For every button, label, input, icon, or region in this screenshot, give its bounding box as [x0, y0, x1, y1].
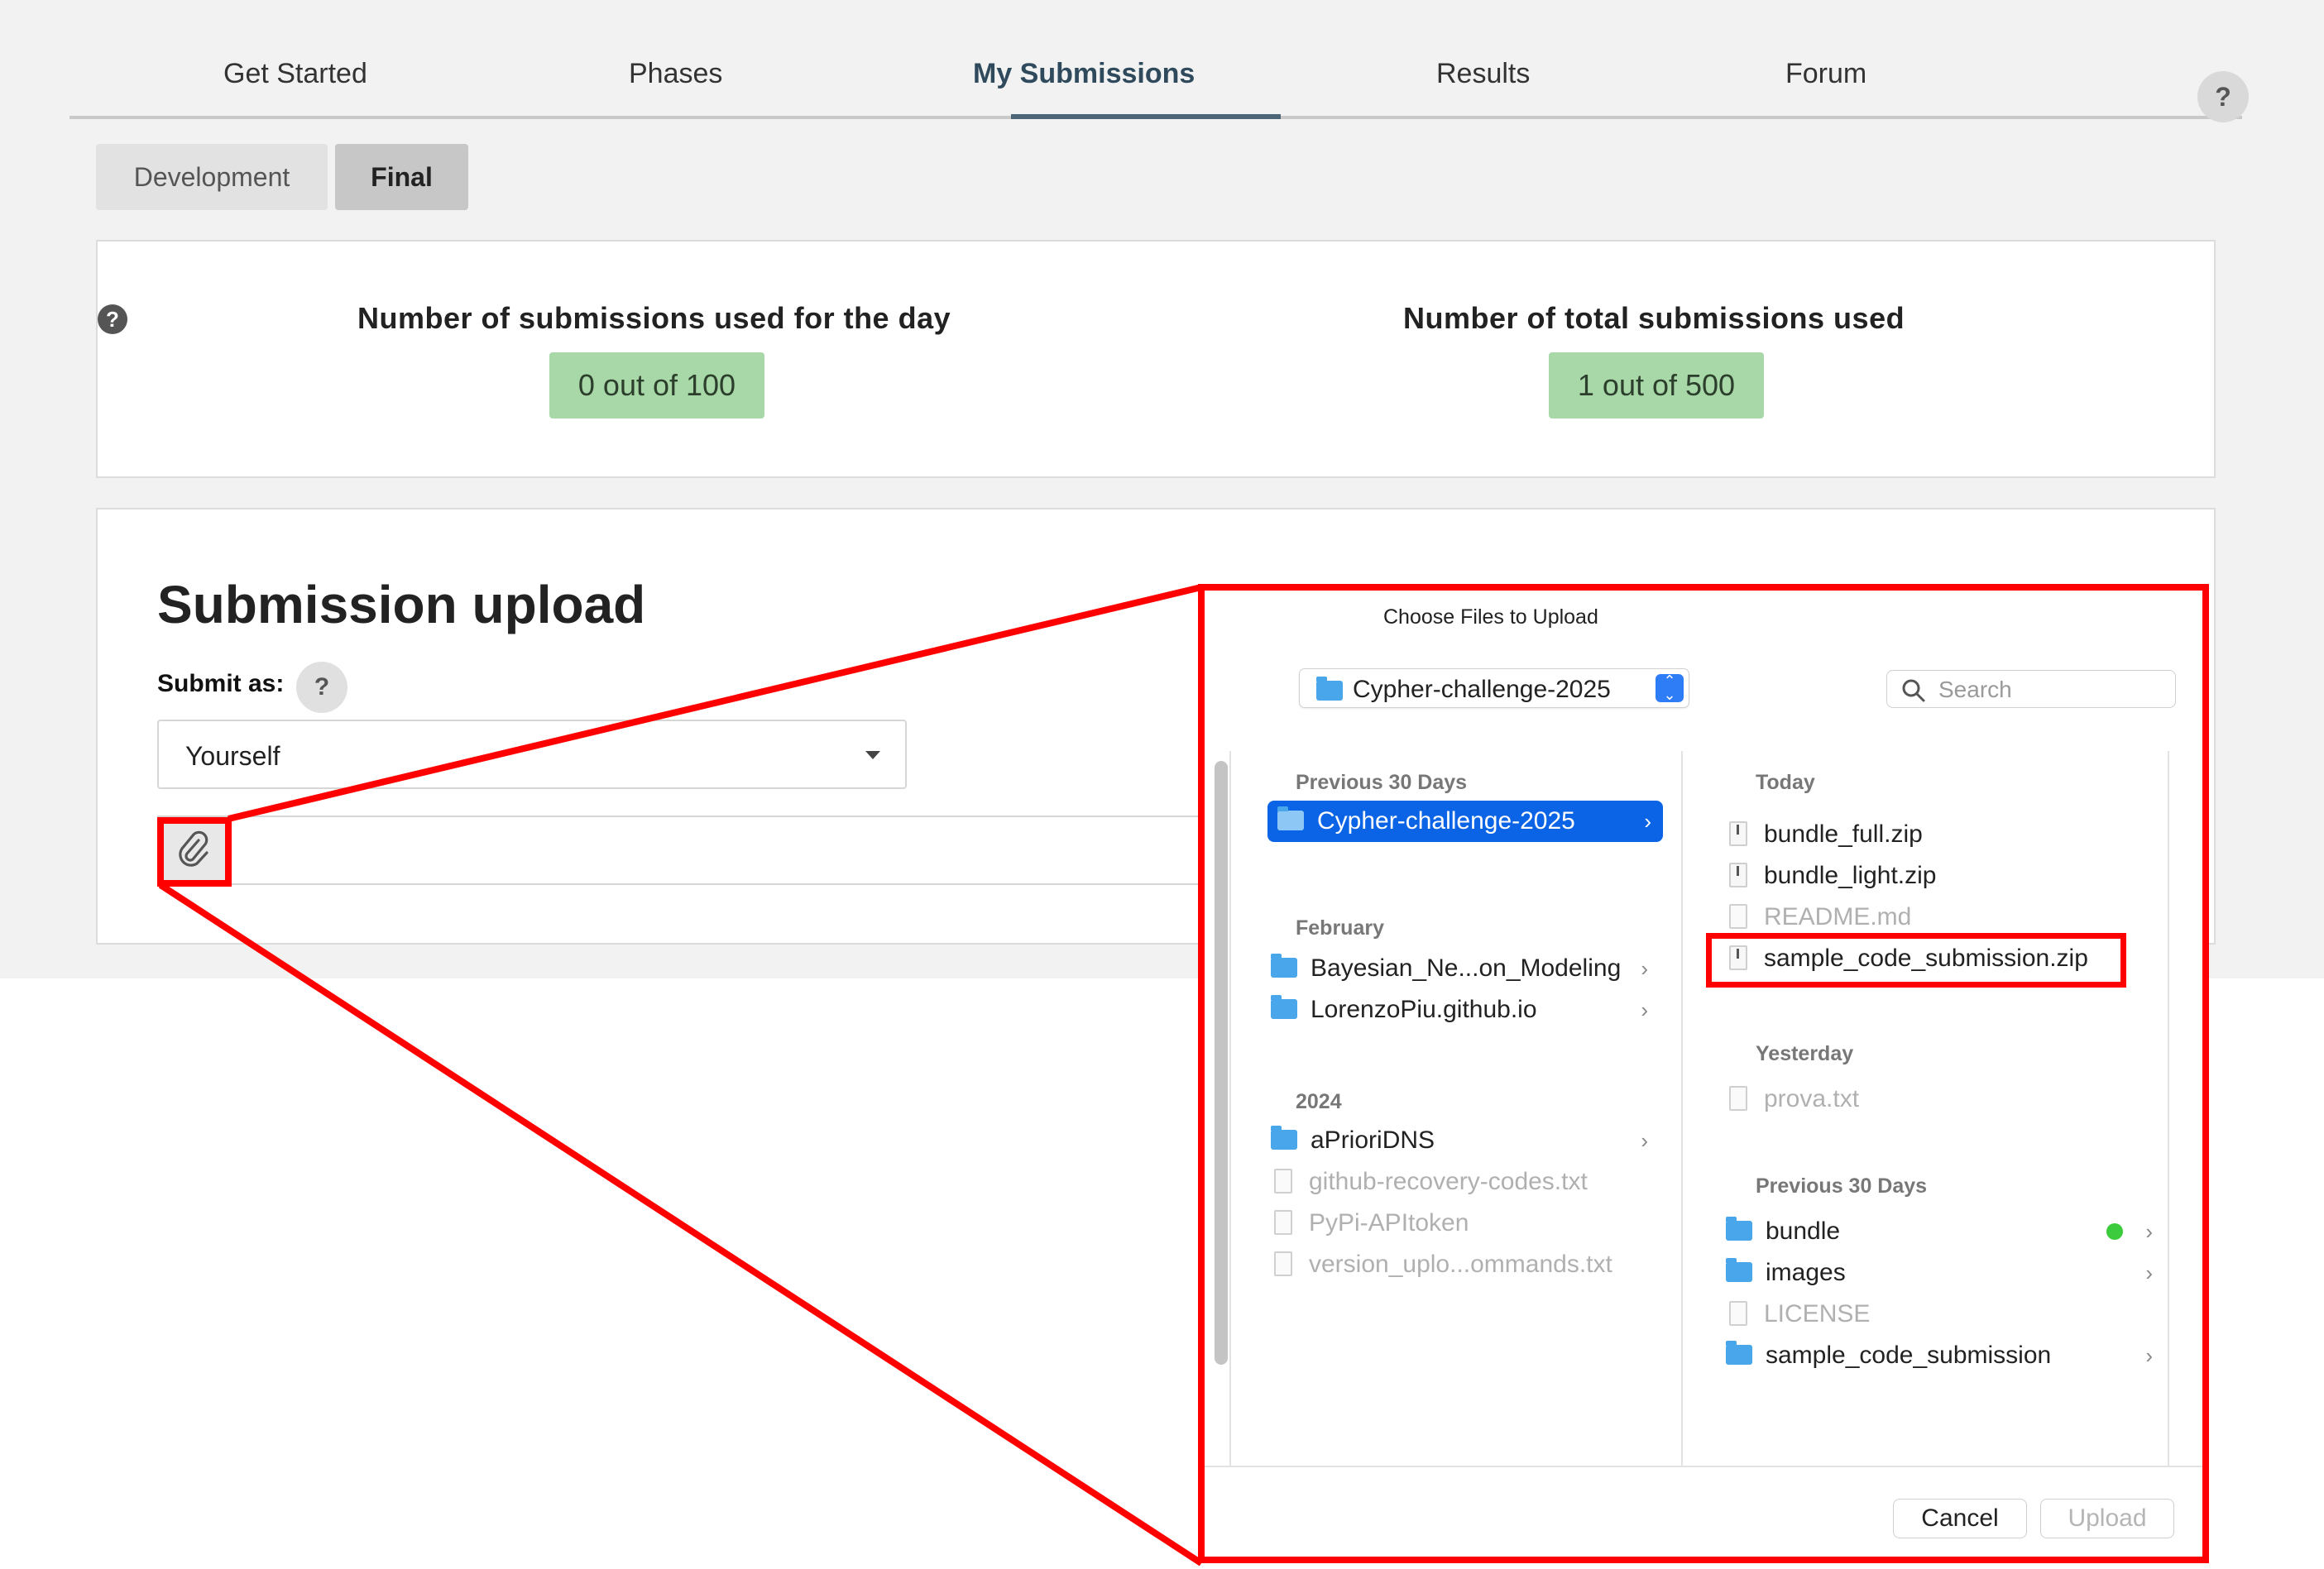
search-icon: [1902, 679, 1925, 702]
submission-counters-panel: ? Number of submissions used for the day…: [96, 240, 2216, 478]
folder-icon: [1271, 954, 1297, 978]
question-icon[interactable]: ?: [98, 304, 127, 334]
folder-icon: [1316, 677, 1343, 701]
chevron-right-icon: ›: [2145, 1219, 2153, 1244]
zip-file-icon: [1729, 863, 1747, 888]
text-file-icon: [1274, 1210, 1292, 1236]
location-select[interactable]: Cypher-challenge-2025 ⌃ ⌄: [1299, 668, 1689, 708]
tab-phases[interactable]: Phases: [629, 58, 722, 90]
section-label: 2024: [1296, 1090, 1342, 1113]
text-file-icon: [1729, 904, 1747, 930]
tab-my-submissions[interactable]: My Submissions: [973, 58, 1195, 90]
section-label: Today: [1756, 771, 1815, 794]
search-placeholder: Search: [1938, 677, 2012, 702]
green-tag-icon: [2106, 1223, 2123, 1240]
annotation-attach-highlight: [157, 817, 232, 887]
list-item-sample-code-folder[interactable]: sample_code_submission ›: [1726, 1335, 2164, 1376]
list-item-cypher-challenge[interactable]: Cypher-challenge-2025 ›: [1267, 801, 1663, 842]
column-divider: [1205, 1466, 2202, 1467]
tab-get-started[interactable]: Get Started: [223, 58, 367, 90]
text-file-icon: [1274, 1169, 1292, 1194]
tab-results[interactable]: Results: [1436, 58, 1530, 90]
location-label: Cypher-challenge-2025: [1353, 676, 1611, 703]
section-label: Previous 30 Days: [1756, 1174, 1928, 1198]
list-item-lorenzopiu[interactable]: LorenzoPiu.github.io ›: [1271, 989, 1663, 1031]
list-item-github-codes: github-recovery-codes.txt: [1274, 1161, 1663, 1203]
upload-button[interactable]: Upload: [2040, 1499, 2174, 1538]
chevron-right-icon: ›: [1644, 809, 1651, 834]
list-item-readme: README.md: [1729, 897, 1911, 938]
item-label: LICENSE: [1764, 1300, 1871, 1327]
tab-forum[interactable]: Forum: [1785, 58, 1866, 90]
text-file-icon: [1729, 1086, 1747, 1112]
chevron-right-icon: ›: [2145, 1260, 2153, 1285]
zip-file-icon: [1729, 821, 1747, 847]
item-label: images: [1766, 1259, 1846, 1286]
help-icon[interactable]: ?: [2197, 71, 2249, 122]
scrollbar[interactable]: [1215, 761, 1228, 1365]
updown-chevron-icon: ⌃ ⌄: [1656, 673, 1684, 702]
phase-final-button[interactable]: Final: [335, 144, 468, 210]
file-chooser-dialog: Choose Files to Upload Cypher-challenge-…: [1198, 584, 2209, 1563]
section-label: Previous 30 Days: [1296, 771, 1468, 794]
text-file-icon: [1729, 1301, 1747, 1327]
item-label: github-recovery-codes.txt: [1309, 1168, 1588, 1195]
item-label: PyPi-APItoken: [1309, 1209, 1469, 1237]
chevron-right-icon: ›: [2145, 1343, 2153, 1368]
text-file-icon: [1274, 1251, 1292, 1277]
list-item-license: LICENSE: [1729, 1294, 1870, 1335]
daily-submissions-title: Number of submissions used for the day: [357, 301, 951, 335]
list-item-bundle-full[interactable]: bundle_full.zip: [1729, 814, 1923, 855]
caret-down-icon: [865, 751, 880, 759]
submit-as-select[interactable]: Yourself: [157, 720, 907, 789]
list-item-aprioridns[interactable]: aPrioriDNS ›: [1271, 1120, 1663, 1161]
folder-icon: [1726, 1258, 1752, 1283]
folder-icon: [1271, 995, 1297, 1020]
submit-as-label: Submit as:: [157, 670, 285, 697]
item-label: bundle_full.zip: [1764, 820, 1923, 848]
chevron-right-icon: ›: [1641, 956, 1648, 981]
item-label: bundle_light.zip: [1764, 862, 1937, 889]
folder-icon: [1726, 1341, 1752, 1366]
active-tab-indicator: [1011, 114, 1281, 119]
folder-icon: [1726, 1217, 1752, 1241]
cancel-button[interactable]: Cancel: [1893, 1499, 2027, 1538]
search-input[interactable]: Search: [1886, 670, 2176, 708]
dialog-title: Choose Files to Upload: [1383, 605, 1598, 629]
list-item-bundle-folder[interactable]: bundle ›: [1726, 1211, 2164, 1252]
total-submissions-badge: 1 out of 500: [1549, 352, 1764, 419]
upload-title: Submission upload: [157, 575, 646, 634]
folder-icon: [1277, 806, 1304, 831]
item-label: Cypher-challenge-2025: [1317, 807, 1575, 835]
item-label: version_uplo...ommands.txt: [1309, 1251, 1612, 1278]
item-label: Bayesian_Ne...on_Modeling: [1311, 954, 1622, 982]
item-label: prova.txt: [1764, 1085, 1860, 1112]
section-label: Yesterday: [1756, 1042, 1854, 1065]
item-label: bundle: [1766, 1217, 1841, 1245]
file-input-row[interactable]: [157, 816, 1299, 885]
item-label: LorenzoPiu.github.io: [1311, 996, 1537, 1023]
submit-as-help-icon[interactable]: ?: [296, 662, 347, 713]
list-item-bayesian[interactable]: Bayesian_Ne...on_Modeling ›: [1271, 948, 1663, 989]
total-submissions-title: Number of total submissions used: [1403, 301, 1905, 335]
daily-submissions-badge: 0 out of 100: [549, 352, 764, 419]
list-item-prova: prova.txt: [1729, 1079, 1859, 1120]
list-item-bundle-light[interactable]: bundle_light.zip: [1729, 855, 1937, 897]
annotation-file-highlight: [1706, 933, 2126, 988]
list-item-pypi-token: PyPi-APItoken: [1274, 1203, 1663, 1244]
item-label: aPrioriDNS: [1311, 1127, 1435, 1154]
item-label: README.md: [1764, 903, 1912, 930]
submit-as-value: Yourself: [185, 741, 280, 771]
list-item-images-folder[interactable]: images ›: [1726, 1252, 2164, 1294]
folder-icon: [1271, 1126, 1297, 1150]
phase-development-button[interactable]: Development: [96, 144, 328, 210]
list-item-version-upload: version_uplo...ommands.txt: [1274, 1244, 1663, 1285]
chevron-right-icon: ›: [1641, 1128, 1648, 1153]
section-label: February: [1296, 916, 1384, 940]
top-nav: Get Started Phases My Submissions Result…: [69, 31, 2249, 122]
item-label: sample_code_submission: [1766, 1342, 2052, 1369]
chevron-right-icon: ›: [1641, 997, 1648, 1022]
